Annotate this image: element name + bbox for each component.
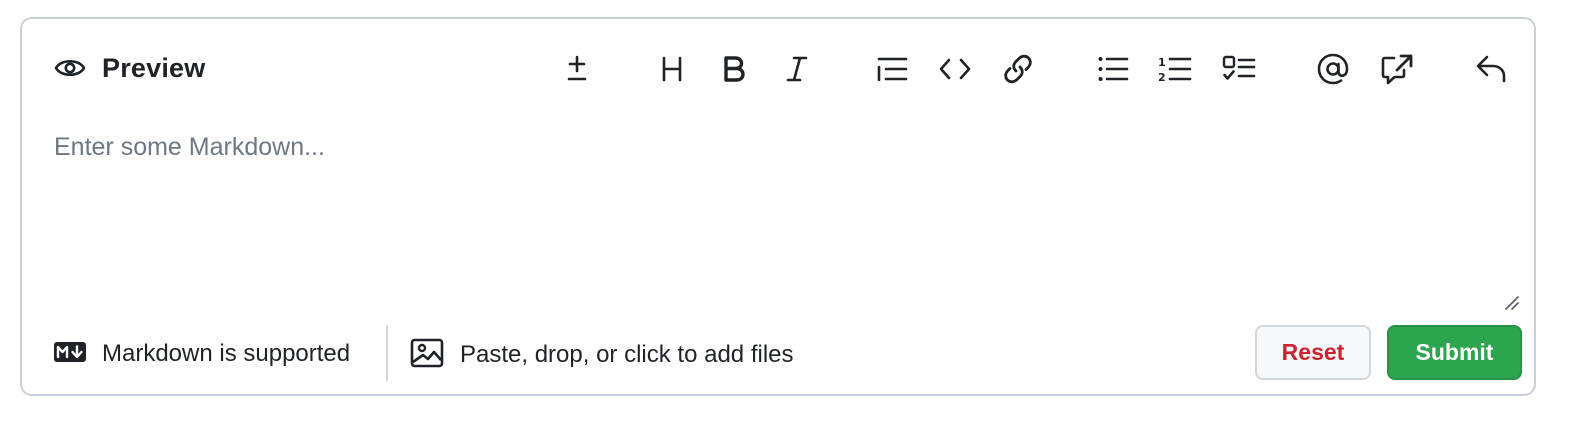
mention-button[interactable] (1313, 49, 1353, 89)
italic-icon (785, 56, 809, 82)
markdown-note-text: Markdown is supported (102, 340, 351, 367)
bold-icon (722, 56, 746, 82)
link-icon (1002, 53, 1034, 85)
quote-icon (876, 57, 908, 81)
link-button[interactable] (998, 49, 1038, 89)
markdown-textarea[interactable] (54, 127, 1514, 307)
reply-button[interactable] (1471, 49, 1511, 89)
svg-text:1: 1 (1158, 56, 1166, 69)
ordered-list-icon: 1 2 (1158, 55, 1192, 83)
diff-button[interactable] (557, 49, 597, 89)
code-icon (938, 57, 972, 81)
footer-divider (386, 325, 388, 381)
markdown-help-link[interactable]: Markdown is supported (54, 339, 350, 369)
code-button[interactable] (935, 49, 975, 89)
ordered-list-button[interactable]: 1 2 (1155, 49, 1195, 89)
cross-reference-button[interactable] (1377, 49, 1417, 89)
attach-files-button[interactable]: Paste, drop, or click to add files (410, 338, 794, 373)
heading-button[interactable] (652, 49, 692, 89)
reply-icon (1475, 55, 1507, 83)
tasklist-icon (1222, 55, 1256, 83)
editor-toolbar: Preview 1 2 (22, 19, 1534, 117)
unordered-list-button[interactable] (1093, 49, 1133, 89)
plus-minus-icon (565, 54, 589, 84)
task-list-button[interactable] (1219, 49, 1259, 89)
cross-reference-icon (1380, 53, 1414, 85)
preview-label: Preview (102, 52, 206, 83)
reset-button[interactable]: Reset (1255, 325, 1371, 380)
markdown-icon (54, 341, 86, 367)
markdown-textarea-wrap (54, 127, 1514, 307)
italic-button[interactable] (777, 49, 817, 89)
quote-button[interactable] (872, 49, 912, 89)
image-icon (410, 338, 444, 373)
editor-footer: Markdown is supported Paste, drop, or cl… (22, 317, 1534, 387)
submit-button[interactable]: Submit (1387, 325, 1522, 380)
bold-button[interactable] (714, 49, 754, 89)
eye-icon (54, 56, 86, 80)
unordered-list-icon (1097, 56, 1129, 82)
preview-toggle[interactable]: Preview (54, 49, 205, 87)
markdown-editor: Preview 1 2 Enter some Markdown... Markd… (20, 17, 1536, 396)
attach-files-text: Paste, drop, or click to add files (460, 341, 794, 368)
resize-handle[interactable] (1503, 294, 1519, 310)
mention-icon (1316, 52, 1350, 86)
svg-text:2: 2 (1158, 71, 1166, 83)
heading-icon (660, 56, 684, 82)
